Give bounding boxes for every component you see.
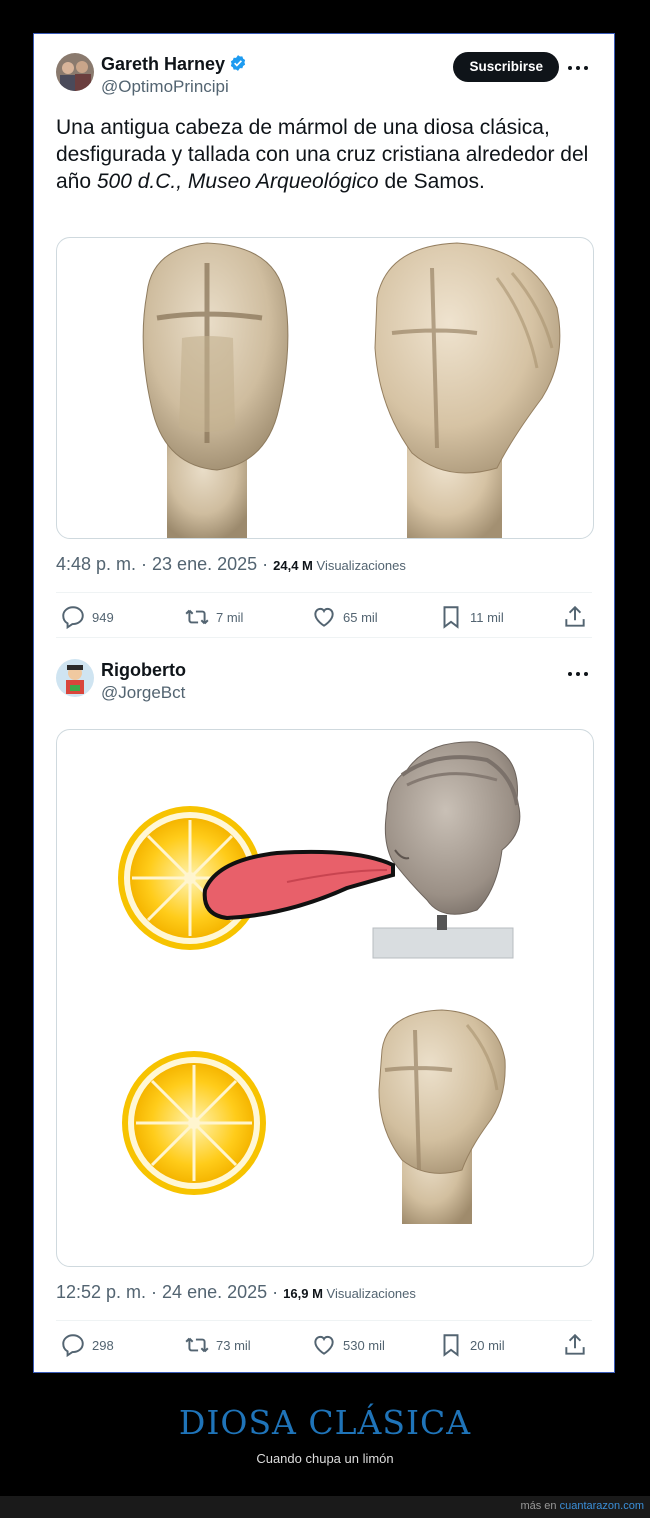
retweet-button[interactable]: 7 mil: [184, 602, 243, 632]
author-name-text: Gareth Harney: [101, 54, 226, 74]
views-count: 24,4 M: [273, 558, 313, 573]
share-icon: [565, 605, 585, 627]
reply-button[interactable]: 298: [60, 1330, 114, 1360]
like-button[interactable]: 65 mil: [311, 602, 378, 632]
screenshot-frame: Gareth Harney @OptimoPrincipi Suscribirs…: [33, 33, 615, 1373]
bookmark-count: 20 mil: [470, 1337, 505, 1353]
reply-icon: [62, 606, 84, 630]
retweet-icon: [185, 609, 209, 625]
lemon-slice-bottom: [122, 1051, 266, 1195]
tongue: [202, 849, 395, 921]
tweet-text: Una antigua cabeza de mármol de una dios…: [56, 114, 596, 195]
retweet-icon: [185, 1337, 209, 1353]
views-label: Visualizaciones: [322, 1286, 416, 1301]
author-handle[interactable]: @OptimoPrincipi: [101, 77, 229, 97]
reply-count: 298: [92, 1337, 114, 1353]
divider: [56, 637, 592, 638]
avatar-rigoberto[interactable]: [56, 659, 94, 697]
tweet-actions: 949 7 mil 65 mil 11 mil: [56, 602, 596, 632]
footer-credit[interactable]: más en cuantarazon.com: [520, 1500, 644, 1512]
tweet-timestamp[interactable]: 12:52 p. m. · 24 ene. 2025 · 16,9 M Visu…: [56, 1282, 416, 1303]
reply-count: 949: [92, 609, 114, 625]
author-name[interactable]: Gareth Harney: [101, 54, 247, 77]
tweet-text-part: de Samos.: [378, 170, 485, 193]
tweet-rigoberto: Rigoberto @JorgeBct 12:52 p. m. · 24 ene…: [34, 654, 614, 1372]
like-count: 530 mil: [343, 1337, 385, 1353]
bookmark-button[interactable]: 11 mil: [438, 602, 504, 632]
time-text: 12:52 p. m. · 24 ene. 2025 ·: [56, 1282, 284, 1302]
bookmark-count: 11 mil: [470, 609, 504, 625]
subscribe-button[interactable]: Suscribirse: [453, 52, 559, 82]
like-icon: [314, 1335, 334, 1355]
footer-site-link[interactable]: cuantarazon.com: [560, 1500, 644, 1512]
divider: [56, 592, 592, 593]
bookmark-button[interactable]: 20 mil: [438, 1330, 505, 1360]
reply-button[interactable]: 949: [60, 602, 114, 632]
tweet-media-lemon-meme[interactable]: [56, 729, 594, 1267]
tweet-actions: 298 73 mil 530 mil 20 mil: [56, 1330, 596, 1360]
tweet-timestamp[interactable]: 4:48 p. m. · 23 ene. 2025 · 24,4 M Visua…: [56, 554, 406, 575]
views-label: Visualizaciones: [312, 558, 406, 573]
post-title: DIOSA CLÁSICA: [178, 1403, 472, 1442]
time-text: 4:48 p. m. · 23 ene. 2025 ·: [56, 554, 274, 574]
more-icon[interactable]: [568, 63, 590, 73]
bookmark-icon: [443, 606, 459, 629]
reply-icon: [62, 1334, 84, 1358]
retweet-count: 73 mil: [216, 1337, 251, 1353]
author-name[interactable]: Rigoberto: [101, 660, 186, 681]
verified-badge-icon: [229, 54, 247, 77]
tweet-text-italic: 500 d.C., Museo Arqueológico: [96, 170, 379, 193]
tweet-media-statue-heads[interactable]: [56, 237, 594, 539]
share-button[interactable]: [562, 602, 588, 632]
share-icon: [565, 1333, 585, 1355]
classical-bust-licking: [372, 741, 521, 959]
post-subtitle: Cuando chupa un limón: [256, 1451, 394, 1466]
author-handle[interactable]: @JorgeBct: [101, 683, 185, 703]
like-count: 65 mil: [343, 609, 378, 625]
like-icon: [314, 607, 334, 627]
statue-front-view: [142, 242, 289, 538]
views-count: 16,9 M: [283, 1286, 323, 1301]
share-button[interactable]: [562, 1330, 588, 1360]
footer-prefix: más en: [520, 1500, 560, 1512]
statue-side-view: [374, 242, 561, 538]
bookmark-icon: [443, 1334, 459, 1357]
retweet-button[interactable]: 73 mil: [184, 1330, 251, 1360]
divider: [56, 1320, 592, 1321]
like-button[interactable]: 530 mil: [311, 1330, 385, 1360]
avatar-gareth[interactable]: [56, 53, 94, 91]
defaced-statue-head: [378, 1009, 506, 1224]
tweet-gareth: Gareth Harney @OptimoPrincipi Suscribirs…: [34, 34, 614, 639]
retweet-count: 7 mil: [216, 609, 244, 625]
more-icon[interactable]: [568, 669, 590, 679]
footer-bar: más en cuantarazon.com: [0, 1496, 650, 1518]
